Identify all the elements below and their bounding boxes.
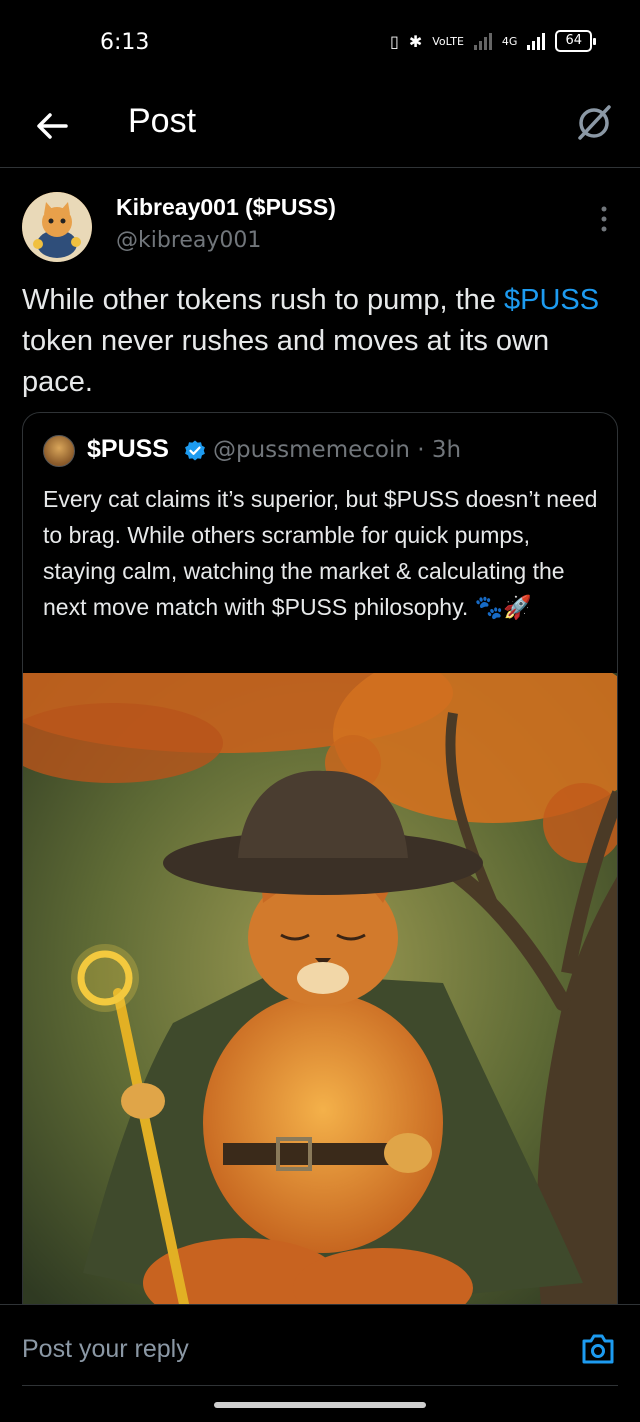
more-options-button[interactable] bbox=[594, 204, 614, 234]
author-avatar[interactable] bbox=[22, 192, 92, 262]
reply-divider bbox=[22, 1385, 618, 1386]
more-vertical-icon bbox=[601, 206, 607, 232]
page-title: Post bbox=[128, 102, 197, 140]
post-text: While other tokens rush to pump, the $PU… bbox=[22, 280, 622, 403]
grok-button[interactable] bbox=[572, 100, 616, 144]
camera-icon bbox=[582, 1334, 614, 1364]
quote-avatar[interactable] bbox=[43, 435, 75, 467]
cashtag-link[interactable]: $PUSS bbox=[504, 284, 599, 316]
signal-sim1-icon bbox=[473, 32, 492, 50]
top-bar: Post bbox=[0, 88, 640, 168]
battery-indicator: 64 bbox=[555, 30, 596, 52]
cat-painting-image bbox=[23, 673, 617, 1321]
bluetooth-icon: ✱ bbox=[408, 31, 423, 51]
post-text-part: token never rushes and moves at its own … bbox=[22, 325, 550, 398]
quote-handle-time: @pussmemecoin · 3h bbox=[213, 437, 462, 463]
status-icons: ▯ ✱ VoLTE 4G 64 bbox=[390, 30, 596, 52]
quote-author-name[interactable]: $PUSS bbox=[87, 435, 169, 464]
back-button[interactable] bbox=[30, 104, 74, 148]
volte-label: VoLTE bbox=[432, 34, 464, 48]
post-text-part: While other tokens rush to pump, the bbox=[22, 284, 504, 316]
status-time: 6:13 bbox=[100, 30, 150, 55]
quote-text: Every cat claims it’s superior, but $PUS… bbox=[43, 486, 598, 620]
network-type-label: 4G bbox=[501, 34, 518, 48]
author-handle[interactable]: @kibreay001 bbox=[116, 228, 261, 253]
quoted-post[interactable]: $PUSS @pussmemecoin · 3h Every cat claim… bbox=[22, 412, 618, 1322]
home-indicator[interactable] bbox=[214, 1402, 426, 1408]
signal-sim2-icon bbox=[527, 32, 546, 50]
reply-input[interactable]: Post your reply bbox=[22, 1335, 189, 1364]
vibrate-icon: ▯ bbox=[390, 31, 399, 51]
cat-avatar-image bbox=[22, 192, 92, 262]
quote-media-image[interactable] bbox=[23, 673, 617, 1321]
verified-badge-icon bbox=[185, 440, 205, 461]
status-bar: 6:13 ▯ ✱ VoLTE 4G 64 bbox=[0, 0, 640, 88]
camera-button[interactable] bbox=[580, 1331, 616, 1367]
author-name[interactable]: Kibreay001 ($PUSS) bbox=[116, 194, 336, 221]
back-arrow-icon bbox=[37, 113, 68, 139]
grok-icon bbox=[578, 105, 611, 140]
